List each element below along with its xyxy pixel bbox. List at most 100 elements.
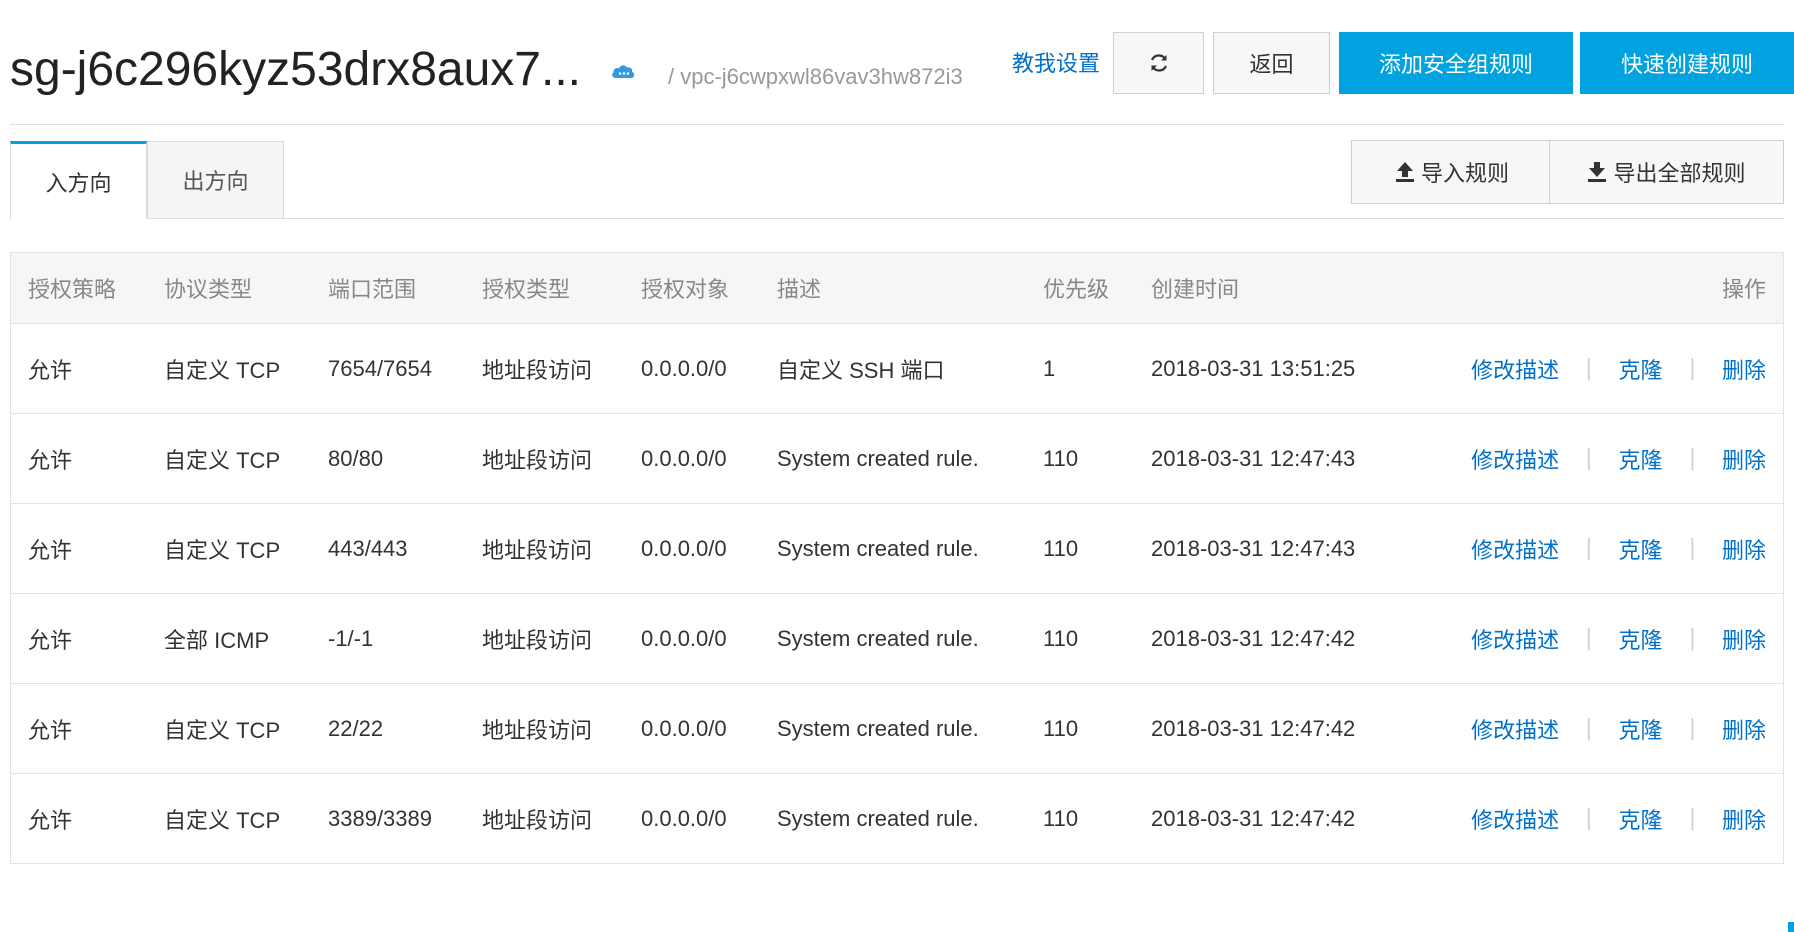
cell-created-time: 2018-03-31 12:47:42 xyxy=(1151,625,1356,651)
action-separator: | xyxy=(1688,626,1696,651)
delete-link[interactable]: 删除 xyxy=(1722,623,1766,655)
column-header-auth-type: 授权类型 xyxy=(482,278,571,303)
cell-policy: 允许 xyxy=(28,807,73,833)
help-link[interactable]: 教我设置 xyxy=(1012,46,1100,78)
table-row: 允许 自定义 TCP 443/443 地址段访问 0.0.0.0/0 System cre… xyxy=(11,504,1783,594)
cell-priority: 1 xyxy=(1043,355,1056,381)
cell-protocol: 全部 ICMP xyxy=(164,627,270,653)
import-rules-label: 导入规则 xyxy=(1420,162,1509,187)
cell-port: -1/-1 xyxy=(328,625,374,651)
delete-link[interactable]: 删除 xyxy=(1722,443,1766,475)
column-header-protocol: 协议类型 xyxy=(164,278,253,303)
action-separator: | xyxy=(1688,446,1696,471)
export-all-rules-label: 导出全部规则 xyxy=(1613,162,1746,187)
cell-auth-type: 地址段访问 xyxy=(482,627,593,653)
row-actions: 修改描述 | 克隆 | 删除 xyxy=(1451,594,1766,683)
clone-link[interactable]: 克隆 xyxy=(1619,803,1663,835)
cell-protocol: 自定义 TCP xyxy=(164,717,281,743)
cell-created-time: 2018-03-31 13:51:25 xyxy=(1151,355,1356,381)
cell-policy: 允许 xyxy=(28,447,73,473)
cell-description: System created rule. xyxy=(777,535,979,561)
tab-outbound[interactable]: 出方向 xyxy=(147,141,284,218)
cell-policy: 允许 xyxy=(28,627,73,653)
tab-inbound[interactable]: 入方向 xyxy=(10,141,147,219)
add-security-rule-button[interactable]: 添加安全组规则 xyxy=(1339,32,1573,94)
action-separator: | xyxy=(1585,716,1593,741)
edit-description-link[interactable]: 修改描述 xyxy=(1471,353,1559,385)
cell-target: 0.0.0.0/0 xyxy=(641,715,727,741)
action-separator: | xyxy=(1688,536,1696,561)
cell-policy: 允许 xyxy=(28,717,73,743)
cell-created-time: 2018-03-31 12:47:43 xyxy=(1151,445,1356,471)
cell-policy: 允许 xyxy=(28,537,73,563)
refresh-button[interactable] xyxy=(1113,32,1204,94)
column-header-created: 创建时间 xyxy=(1151,278,1240,303)
cell-priority: 110 xyxy=(1043,715,1079,741)
cell-port: 7654/7654 xyxy=(328,355,432,381)
upload-icon xyxy=(1395,162,1414,182)
table-row: 允许 自定义 TCP 22/22 地址段访问 0.0.0.0/0 System creat… xyxy=(11,684,1783,774)
cell-description: 自定义 SSH 端口 xyxy=(777,357,945,383)
cell-port: 22/22 xyxy=(328,715,384,741)
clone-link[interactable]: 克隆 xyxy=(1619,713,1663,745)
table-row: 允许 自定义 TCP 7654/7654 地址段访问 0.0.0.0/0 自定义 SSH … xyxy=(11,324,1783,414)
quick-create-rule-button[interactable]: 快速创建规则 xyxy=(1580,32,1794,94)
cloud-icon xyxy=(612,65,635,78)
edit-description-link[interactable]: 修改描述 xyxy=(1471,803,1559,835)
delete-link[interactable]: 删除 xyxy=(1722,353,1766,385)
scroll-indicator xyxy=(1788,922,1794,932)
cell-auth-type: 地址段访问 xyxy=(482,357,593,383)
cell-protocol: 自定义 TCP xyxy=(164,807,281,833)
clone-link[interactable]: 克隆 xyxy=(1619,533,1663,565)
delete-link[interactable]: 删除 xyxy=(1722,533,1766,565)
row-actions: 修改描述 | 克隆 | 删除 xyxy=(1451,324,1766,413)
export-all-rules-button[interactable]: 导出全部规则 xyxy=(1549,140,1784,204)
row-actions: 修改描述 | 克隆 | 删除 xyxy=(1451,414,1766,503)
cell-auth-type: 地址段访问 xyxy=(482,717,593,743)
back-button[interactable]: 返回 xyxy=(1213,32,1330,94)
import-rules-button[interactable]: 导入规则 xyxy=(1351,140,1553,204)
cell-port: 80/80 xyxy=(328,445,384,471)
action-separator: | xyxy=(1585,446,1593,471)
delete-link[interactable]: 删除 xyxy=(1722,713,1766,745)
cell-target: 0.0.0.0/0 xyxy=(641,445,727,471)
cell-description: System created rule. xyxy=(777,445,979,471)
cell-protocol: 自定义 TCP xyxy=(164,537,281,563)
action-separator: | xyxy=(1585,536,1593,561)
cell-target: 0.0.0.0/0 xyxy=(641,535,727,561)
edit-description-link[interactable]: 修改描述 xyxy=(1471,713,1559,745)
direction-tabs: 入方向 出方向 导入规则 导出全部规则 xyxy=(10,139,1784,219)
cell-description: System created rule. xyxy=(777,715,979,741)
clone-link[interactable]: 克隆 xyxy=(1619,443,1663,475)
cell-port: 3389/3389 xyxy=(328,805,432,831)
edit-description-link[interactable]: 修改描述 xyxy=(1471,443,1559,475)
cell-target: 0.0.0.0/0 xyxy=(641,805,727,831)
vpc-breadcrumb[interactable]: / vpc-j6cwpxwl86vav3hw872i3 xyxy=(668,64,963,90)
cell-priority: 110 xyxy=(1043,445,1079,471)
clone-link[interactable]: 克隆 xyxy=(1619,623,1663,655)
column-header-description: 描述 xyxy=(777,278,822,303)
clone-link[interactable]: 克隆 xyxy=(1619,353,1663,385)
column-header-policy: 授权策略 xyxy=(28,278,117,303)
action-separator: | xyxy=(1688,356,1696,381)
row-actions: 修改描述 | 克隆 | 删除 xyxy=(1451,774,1766,863)
delete-link[interactable]: 删除 xyxy=(1722,803,1766,835)
rules-table: 授权策略 协议类型 端口范围 授权类型 授权对象 描述 优先级 创建时间 操作 … xyxy=(10,252,1784,864)
action-separator: | xyxy=(1585,356,1593,381)
page-title: sg-j6c296kyz53drx8aux7... xyxy=(10,43,581,96)
row-actions: 修改描述 | 克隆 | 删除 xyxy=(1451,684,1766,773)
column-header-target: 授权对象 xyxy=(641,278,730,303)
table-header: 授权策略 协议类型 端口范围 授权类型 授权对象 描述 优先级 创建时间 操作 xyxy=(11,253,1783,324)
action-separator: | xyxy=(1688,716,1696,741)
download-icon xyxy=(1588,162,1607,182)
cell-created-time: 2018-03-31 12:47:42 xyxy=(1151,715,1356,741)
action-separator: | xyxy=(1688,806,1696,831)
cell-target: 0.0.0.0/0 xyxy=(641,625,727,651)
refresh-icon xyxy=(1150,54,1167,72)
cell-auth-type: 地址段访问 xyxy=(482,447,593,473)
cell-priority: 110 xyxy=(1043,535,1079,561)
edit-description-link[interactable]: 修改描述 xyxy=(1471,533,1559,565)
action-separator: | xyxy=(1585,626,1593,651)
cell-policy: 允许 xyxy=(28,357,73,383)
edit-description-link[interactable]: 修改描述 xyxy=(1471,623,1559,655)
